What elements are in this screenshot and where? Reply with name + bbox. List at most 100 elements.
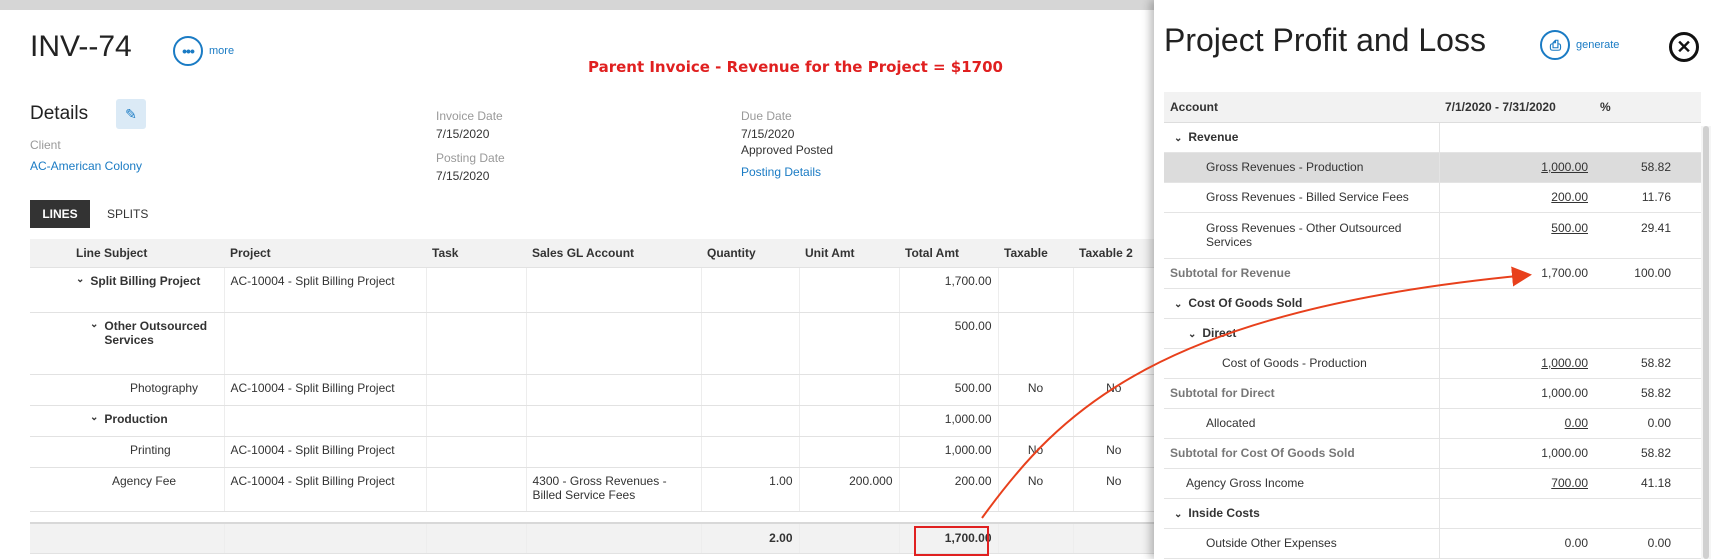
qty-cell [701, 374, 800, 406]
chevron-down-icon[interactable]: ⌄ [1174, 509, 1182, 520]
table-row[interactable]: Photography AC-10004 - Split Billing Pro… [30, 374, 1154, 406]
col-percent[interactable]: % [1594, 92, 1701, 123]
percent-cell: 58.82 [1594, 438, 1701, 469]
more-label: more [209, 45, 235, 57]
pl-row[interactable]: Allocated 0.00 0.00 [1164, 408, 1701, 439]
gl-cell [526, 267, 702, 313]
taxable-cell [998, 267, 1074, 313]
taxable-cell [998, 312, 1074, 375]
account-cell: Gross Revenues - Other Outsourced Servic… [1164, 212, 1440, 259]
pl-row[interactable]: Gross Revenues - Production 1,000.00 58.… [1164, 152, 1701, 183]
col-period[interactable]: 7/1/2020 - 7/31/2020 [1439, 92, 1594, 123]
pl-row[interactable]: Gross Revenues - Billed Service Fees 200… [1164, 182, 1701, 213]
amount-cell: 1,700.00 [1439, 257, 1594, 289]
col-taxable[interactable]: Taxable [998, 239, 1073, 268]
percent-cell: 11.76 [1594, 182, 1701, 213]
amount-cell: 1,000.00 [1439, 437, 1594, 469]
percent-cell [1594, 498, 1701, 529]
gl-cell [526, 312, 702, 375]
account-cell: Agency Gross Income [1164, 468, 1440, 499]
percent-cell: 58.82 [1594, 378, 1701, 409]
percent-cell: 0.00 [1594, 408, 1701, 439]
taxable2-cell: No [1073, 436, 1154, 468]
invoice-title: INV--74 [30, 30, 132, 63]
line-subject-cell: ⌄ Other Outsourced Services [30, 312, 225, 375]
col-taxable-2[interactable]: Taxable 2 [1073, 239, 1154, 268]
total-cell: 1,000.00 [899, 405, 999, 437]
percent-cell: 58.82 [1594, 348, 1701, 379]
close-button[interactable]: ✕ [1669, 32, 1699, 62]
generate-label: generate [1576, 39, 1620, 51]
more-button[interactable]: ••• more [173, 36, 234, 66]
chevron-down-icon[interactable]: ⌄ [1188, 329, 1196, 340]
pl-row[interactable]: ⌄ Direct [1164, 318, 1701, 349]
gl-cell [526, 436, 702, 468]
edit-button[interactable]: ✎ [116, 99, 146, 129]
chevron-down-icon[interactable]: ⌄ [76, 274, 84, 288]
tab-splits[interactable]: SPLITS [107, 200, 148, 228]
scrollbar-thumb[interactable] [1703, 126, 1709, 559]
taxable2-cell: No [1073, 374, 1154, 406]
account-cell: Allocated [1164, 408, 1440, 439]
qty-cell [701, 405, 800, 437]
account-cell: Subtotal for Direct [1164, 378, 1440, 409]
total-cell: 1,700.00 [899, 267, 999, 313]
amount-cell: 700.00 [1439, 468, 1594, 499]
pl-row[interactable]: Subtotal for Revenue 1,700.00 100.00 [1164, 257, 1701, 289]
total-cell: 500.00 [899, 374, 999, 406]
gl-cell [526, 374, 702, 406]
table-row[interactable]: ⌄ Production 1,000.00 [30, 405, 1154, 437]
table-row[interactable]: ⌄ Other Outsourced Services 500.00 [30, 312, 1154, 375]
pl-row[interactable]: Outside Other Expenses 0.00 0.00 [1164, 528, 1701, 559]
client-link[interactable]: AC-American Colony [30, 159, 142, 173]
account-cell: Outside Other Expenses [1164, 528, 1440, 559]
spacer-row [30, 511, 1154, 524]
col-project[interactable]: Project [224, 239, 426, 268]
task-cell [426, 467, 527, 512]
totals-empty [224, 522, 427, 554]
col-unit-amt[interactable]: Unit Amt [799, 239, 899, 268]
chevron-down-icon[interactable]: ⌄ [1174, 133, 1182, 144]
pl-row[interactable]: Cost of Goods - Production 1,000.00 58.8… [1164, 348, 1701, 379]
percent-cell: 29.41 [1594, 212, 1701, 259]
table-row[interactable]: ⌄ Split Billing Project AC-10004 - Split … [30, 267, 1154, 313]
percent-cell: 100.00 [1594, 258, 1701, 289]
pl-scrollbar[interactable] [1701, 126, 1711, 559]
status-text: Approved Posted [741, 143, 834, 157]
account-cell: Subtotal for Revenue [1164, 258, 1440, 289]
posting-date: 7/15/2020 [436, 169, 490, 183]
col-sales-gl[interactable]: Sales GL Account [526, 239, 701, 268]
amount-cell: 0.00 [1439, 408, 1594, 439]
col-total-amt[interactable]: Total Amt [899, 239, 998, 268]
account-cell: Gross Revenues - Production [1164, 152, 1440, 183]
col-task[interactable]: Task [426, 239, 526, 268]
table-row[interactable]: Printing AC-10004 - Split Billing Projec… [30, 436, 1154, 468]
tab-lines[interactable]: LINES [30, 200, 90, 228]
col-line-subject[interactable]: Line Subject [30, 239, 224, 268]
amount-cell [1439, 318, 1594, 349]
col-account[interactable]: Account [1164, 92, 1439, 123]
client-label: Client [30, 138, 61, 152]
chevron-down-icon[interactable]: ⌄ [90, 412, 98, 426]
chevron-down-icon[interactable]: ⌄ [90, 319, 98, 347]
pl-row[interactable]: Subtotal for Cost Of Goods Sold 1,000.00… [1164, 437, 1701, 469]
project-cell: AC-10004 - Split Billing Project [224, 267, 427, 313]
pl-row[interactable]: Subtotal for Direct 1,000.00 58.82 [1164, 377, 1701, 409]
generate-button[interactable]: ⎙ generate [1540, 30, 1619, 60]
col-quantity[interactable]: Quantity [701, 239, 799, 268]
taxable2-cell [1073, 267, 1154, 313]
unit-cell [799, 267, 900, 313]
pl-row[interactable]: ⌄ Cost Of Goods Sold [1164, 288, 1701, 319]
pl-row[interactable]: ⌄ Revenue [1164, 122, 1701, 153]
pencil-icon: ✎ [125, 105, 137, 122]
table-row[interactable]: Agency Fee AC-10004 - Split Billing Proj… [30, 467, 1154, 512]
total-cell: 1,000.00 [899, 436, 999, 468]
pl-row[interactable]: Gross Revenues - Other Outsourced Servic… [1164, 212, 1701, 259]
amount-cell [1439, 288, 1594, 319]
posting-details-link[interactable]: Posting Details [741, 165, 821, 179]
pl-row[interactable]: Agency Gross Income 700.00 41.18 [1164, 468, 1701, 499]
unit-cell [799, 436, 900, 468]
pl-row[interactable]: ⌄ Inside Costs [1164, 498, 1701, 529]
unit-cell [799, 374, 900, 406]
chevron-down-icon[interactable]: ⌄ [1174, 299, 1182, 310]
